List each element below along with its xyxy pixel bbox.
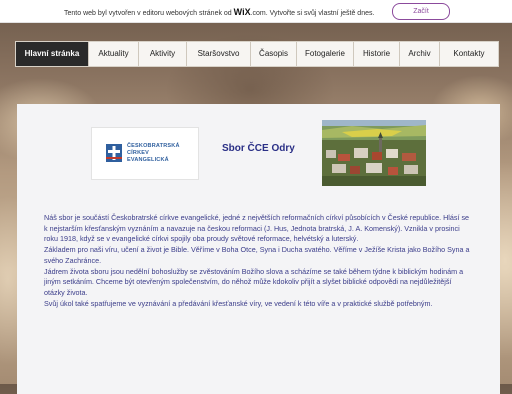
start-button[interactable]: Začít xyxy=(392,3,450,20)
town-photo xyxy=(322,120,426,186)
nav-item-elders[interactable]: Staršovstvo xyxy=(187,42,251,66)
nav-item-archive[interactable]: Archiv xyxy=(400,42,440,66)
paragraph-about-church: Náš sbor je součástí Českobratrské církv… xyxy=(44,213,470,244)
logo-text: ČESKOBRATRSKÁ CÍRKEV EVANGELICKÁ xyxy=(127,143,180,164)
chalice-cross-icon xyxy=(106,144,122,162)
wix-logo: WiX xyxy=(233,7,251,17)
main-navigation: Hlavní stránka Aktuality Aktivity Staršo… xyxy=(15,41,499,67)
logo-line-3: EVANGELICKÁ xyxy=(127,157,169,163)
intro-text: Náš sbor je součástí Českobratrské církv… xyxy=(44,213,474,309)
wix-promo-message: Tento web byl vytvořen v editoru webovýc… xyxy=(64,7,374,17)
page-title: Sbor ČCE Odry xyxy=(222,143,295,154)
nav-item-home[interactable]: Hlavní stránka xyxy=(16,42,89,66)
logo-line-1: ČESKOBRATRSKÁ xyxy=(127,143,180,149)
church-logo: ČESKOBRATRSKÁ CÍRKEV EVANGELICKÁ xyxy=(91,127,199,180)
nav-item-news[interactable]: Aktuality xyxy=(89,42,139,66)
nav-item-magazine[interactable]: Časopis xyxy=(251,42,297,66)
nav-item-history[interactable]: Historie xyxy=(354,42,400,66)
paragraph-community: Jádrem života sboru jsou nedělní bohoslu… xyxy=(44,266,464,297)
wix-promo-bar: Tento web byl vytvořen v editoru webovýc… xyxy=(0,0,512,23)
promo-text-start: Tento web byl vytvořen v editoru webovýc… xyxy=(64,10,234,17)
paragraph-mission: Svůj úkol také spatřujeme ve vyznávání a… xyxy=(44,298,433,308)
nav-item-contacts[interactable]: Kontakty xyxy=(440,42,498,66)
logo-line-2: CÍRKEV xyxy=(127,150,149,156)
nav-item-activities[interactable]: Aktivity xyxy=(139,42,187,66)
landscape-image xyxy=(322,120,426,186)
nav-item-gallery[interactable]: Fotogalerie xyxy=(297,42,354,66)
promo-text-end: .com. Vytvořte si svůj vlastní ještě dne… xyxy=(250,10,375,17)
paragraph-faith: Základem pro naši víru, učení a život je… xyxy=(44,245,470,265)
